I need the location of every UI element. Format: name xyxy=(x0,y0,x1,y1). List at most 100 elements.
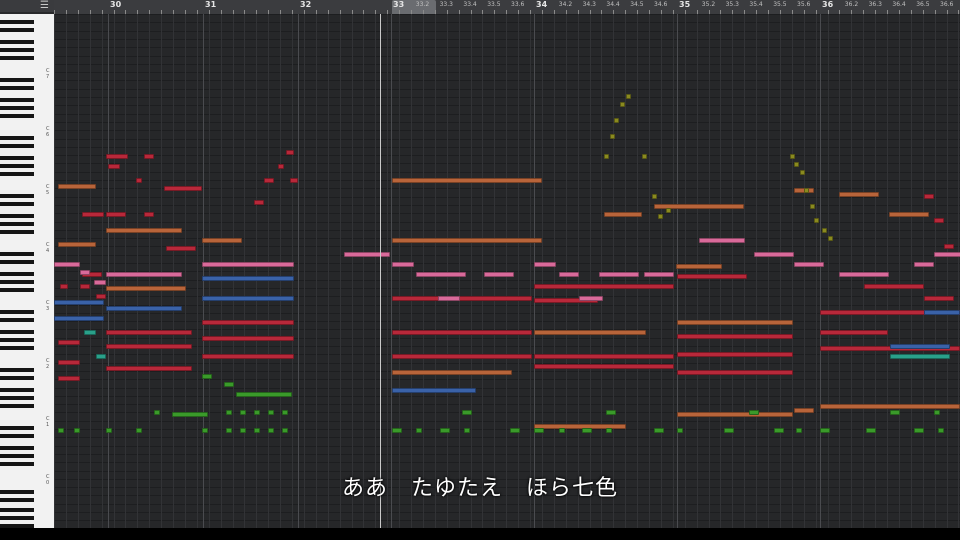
midi-note[interactable] xyxy=(810,204,815,209)
midi-note[interactable] xyxy=(254,200,264,205)
black-key[interactable] xyxy=(0,40,34,44)
black-key[interactable] xyxy=(0,462,34,466)
midi-note[interactable] xyxy=(534,364,674,369)
midi-note[interactable] xyxy=(106,212,126,217)
midi-note[interactable] xyxy=(579,296,603,301)
midi-note[interactable] xyxy=(677,334,793,339)
midi-note[interactable] xyxy=(804,188,809,193)
black-key[interactable] xyxy=(0,260,34,264)
midi-note[interactable] xyxy=(202,428,208,433)
midi-note[interactable] xyxy=(290,178,298,183)
midi-note[interactable] xyxy=(392,388,476,393)
midi-note[interactable] xyxy=(774,428,784,433)
midi-note[interactable] xyxy=(484,272,514,277)
midi-note[interactable] xyxy=(620,102,625,107)
midi-note[interactable] xyxy=(839,272,889,277)
midi-note[interactable] xyxy=(534,354,674,359)
midi-note[interactable] xyxy=(677,320,793,325)
midi-note[interactable] xyxy=(462,410,472,415)
black-key[interactable] xyxy=(0,114,34,118)
midi-note[interactable] xyxy=(796,428,802,433)
midi-note[interactable] xyxy=(224,382,234,387)
black-key[interactable] xyxy=(0,388,34,392)
midi-note[interactable] xyxy=(84,330,96,335)
note-grid[interactable] xyxy=(54,14,960,528)
midi-note[interactable] xyxy=(440,428,450,433)
midi-note[interactable] xyxy=(254,410,260,415)
black-key[interactable] xyxy=(0,272,34,276)
midi-note[interactable] xyxy=(534,428,544,433)
midi-note[interactable] xyxy=(106,286,186,291)
piano-keyboard[interactable]: C 7C 6C 5C 4C 3C 2C 1C 0 xyxy=(0,14,55,528)
midi-note[interactable] xyxy=(820,404,960,409)
black-key[interactable] xyxy=(0,56,34,60)
midi-note[interactable] xyxy=(666,208,671,213)
midi-note[interactable] xyxy=(226,410,232,415)
midi-note[interactable] xyxy=(604,154,609,159)
midi-note[interactable] xyxy=(136,178,142,183)
midi-note[interactable] xyxy=(642,154,647,159)
midi-note[interactable] xyxy=(677,412,793,417)
midi-note[interactable] xyxy=(226,428,232,433)
midi-note[interactable] xyxy=(610,134,615,139)
black-key[interactable] xyxy=(0,78,34,82)
midi-note[interactable] xyxy=(392,370,512,375)
midi-note[interactable] xyxy=(264,178,274,183)
midi-note[interactable] xyxy=(534,330,646,335)
midi-note[interactable] xyxy=(202,354,294,359)
midi-note[interactable] xyxy=(510,428,520,433)
midi-note[interactable] xyxy=(889,212,929,217)
midi-note[interactable] xyxy=(202,238,242,243)
black-key[interactable] xyxy=(0,330,34,334)
midi-note[interactable] xyxy=(934,218,944,223)
midi-note[interactable] xyxy=(202,336,294,341)
midi-note[interactable] xyxy=(106,154,128,159)
midi-note[interactable] xyxy=(54,262,80,267)
black-key[interactable] xyxy=(0,214,34,218)
black-key[interactable] xyxy=(0,222,34,226)
black-key[interactable] xyxy=(0,280,34,284)
midi-note[interactable] xyxy=(154,410,160,415)
black-key[interactable] xyxy=(0,434,34,438)
playhead[interactable] xyxy=(380,14,381,528)
black-key[interactable] xyxy=(0,318,34,322)
midi-note[interactable] xyxy=(794,162,799,167)
midi-note[interactable] xyxy=(658,214,663,219)
midi-note[interactable] xyxy=(278,164,284,169)
black-key[interactable] xyxy=(0,508,34,512)
midi-note[interactable] xyxy=(677,370,793,375)
midi-note[interactable] xyxy=(392,262,414,267)
timeline-ruler[interactable]: 30 31 32 33 34 35 36 33.2 33.3 33.4 33.5 33.6 34.2 34… xyxy=(54,0,960,15)
black-key[interactable] xyxy=(0,346,34,350)
midi-note[interactable] xyxy=(464,428,470,433)
midi-note[interactable] xyxy=(559,272,579,277)
midi-note[interactable] xyxy=(814,218,819,223)
black-key[interactable] xyxy=(0,426,34,430)
midi-note[interactable] xyxy=(790,154,795,159)
midi-note[interactable] xyxy=(864,284,924,289)
midi-note[interactable] xyxy=(392,428,402,433)
black-key[interactable] xyxy=(0,106,34,110)
midi-note[interactable] xyxy=(80,284,90,289)
black-key[interactable] xyxy=(0,516,34,520)
midi-note[interactable] xyxy=(286,150,294,155)
midi-note[interactable] xyxy=(582,428,592,433)
black-key[interactable] xyxy=(0,156,34,160)
midi-note[interactable] xyxy=(416,428,422,433)
black-key[interactable] xyxy=(0,164,34,168)
black-key[interactable] xyxy=(0,454,34,458)
midi-note[interactable] xyxy=(890,410,900,415)
black-key[interactable] xyxy=(0,368,34,372)
midi-note[interactable] xyxy=(890,354,950,359)
midi-note[interactable] xyxy=(106,330,192,335)
midi-note[interactable] xyxy=(60,284,68,289)
midi-note[interactable] xyxy=(534,284,674,289)
black-key[interactable] xyxy=(0,172,34,176)
midi-note[interactable] xyxy=(106,344,192,349)
midi-note[interactable] xyxy=(676,264,722,269)
midi-note[interactable] xyxy=(677,274,747,279)
midi-note[interactable] xyxy=(924,296,954,301)
midi-note[interactable] xyxy=(644,272,674,277)
midi-note[interactable] xyxy=(166,246,196,251)
midi-note[interactable] xyxy=(268,410,274,415)
